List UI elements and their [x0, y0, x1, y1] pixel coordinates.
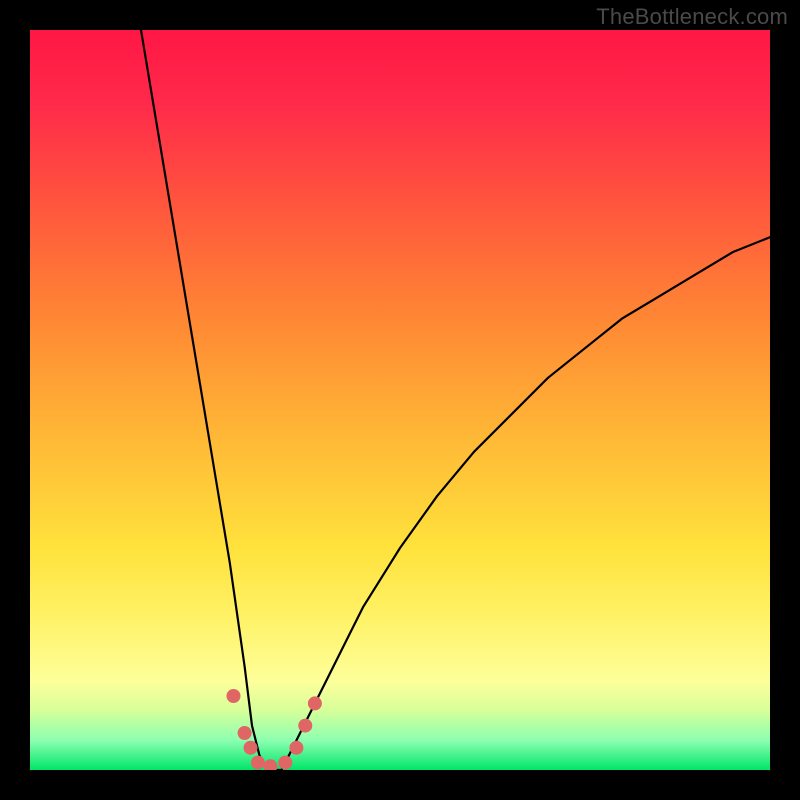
chart-frame: TheBottleneck.com	[0, 0, 800, 800]
plot-area	[30, 30, 770, 770]
gradient-background	[30, 30, 770, 770]
watermark-text: TheBottleneck.com	[596, 4, 788, 30]
